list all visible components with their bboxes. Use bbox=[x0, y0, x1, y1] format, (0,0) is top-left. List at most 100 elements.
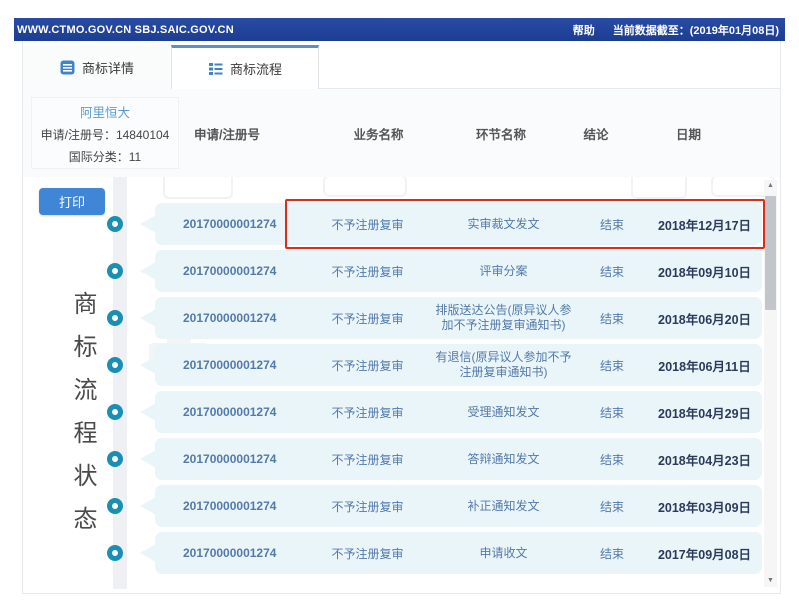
cell-result: 结束 bbox=[599, 405, 624, 420]
bubble-pointer bbox=[140, 215, 156, 233]
bubble-pointer bbox=[140, 450, 156, 468]
cell-reg-no: 20170000001274 bbox=[183, 264, 277, 278]
timeline-node-icon bbox=[107, 498, 123, 514]
timeline-node-icon bbox=[107, 357, 123, 373]
cell-date: 2018年04月23日 bbox=[657, 453, 752, 468]
cell-date: 2018年06月20日 bbox=[657, 312, 752, 327]
timeline-row: 20170000001274 不予注册复审 受理通知发文 结束 2018年04月… bbox=[107, 391, 762, 433]
list-icon bbox=[208, 63, 223, 75]
scrollbar[interactable]: ▲ ▼ bbox=[764, 180, 777, 587]
intl-class: 国际分类：11 bbox=[68, 149, 142, 164]
cell-business: 不予注册复审 bbox=[331, 217, 404, 232]
process-timeline-area: 打印 商标流程状态 20170000001274 不予注册复审 实审裁文发文 结… bbox=[23, 177, 780, 589]
process-row[interactable]: 20170000001274 不予注册复审 申请收文 结束 2017年09月08… bbox=[155, 532, 762, 574]
tab-bar: 商标详情 商标流程 bbox=[23, 41, 780, 89]
cell-step: 排版送达公告(原异议人参加不予注册复审通知书) bbox=[435, 303, 572, 332]
cell-result: 结束 bbox=[599, 499, 624, 514]
cell-reg-no: 20170000001274 bbox=[183, 311, 277, 325]
timeline-node-icon bbox=[107, 263, 123, 279]
watermark-shape bbox=[631, 177, 687, 199]
cell-reg-no: 20170000001274 bbox=[183, 358, 277, 372]
cell-reg-no: 20170000001274 bbox=[183, 546, 277, 560]
timeline-node-icon bbox=[107, 310, 123, 326]
timeline-row: 20170000001274 不予注册复审 评审分案 结束 2018年09月10… bbox=[107, 250, 762, 292]
cell-reg-no: 20170000001274 bbox=[183, 452, 277, 466]
cell-business: 不予注册复审 bbox=[331, 405, 404, 420]
timeline-row: 20170000001274 不予注册复审 申请收文 结束 2017年09月08… bbox=[107, 532, 762, 574]
scroll-down-icon[interactable]: ▼ bbox=[764, 575, 777, 587]
tab-trademark-details[interactable]: 商标详情 bbox=[23, 45, 171, 89]
process-row[interactable]: 20170000001274 不予注册复审 答辩通知发文 结束 2018年04月… bbox=[155, 438, 762, 480]
table-header-band: 阿里恒大 申请/注册号：14840104 国际分类：11 申请/注册号 业务名称… bbox=[23, 89, 780, 177]
process-row[interactable]: 20170000001274 不予注册复审 受理通知发文 结束 2018年04月… bbox=[155, 391, 762, 433]
tab-trademark-process[interactable]: 商标流程 bbox=[171, 45, 319, 89]
bubble-pointer bbox=[140, 544, 156, 562]
bubble-pointer bbox=[140, 262, 156, 280]
timeline-row: 20170000001274 不予注册复审 排版送达公告(原异议人参加不予注册复… bbox=[107, 297, 762, 339]
trademark-name[interactable]: 阿里恒大 bbox=[80, 102, 130, 121]
registration-number: 申请/注册号：14840104 bbox=[40, 127, 170, 142]
bubble-pointer bbox=[140, 403, 156, 421]
cell-business: 不予注册复审 bbox=[331, 311, 404, 326]
bubble-pointer bbox=[140, 356, 156, 374]
watermark-shape bbox=[323, 177, 407, 197]
cell-step: 补正通知发文 bbox=[467, 498, 540, 513]
process-row[interactable]: 20170000001274 不予注册复审 评审分案 结束 2018年09月10… bbox=[155, 250, 762, 292]
trademark-info-box: 阿里恒大 申请/注册号：14840104 国际分类：11 bbox=[31, 97, 179, 169]
cell-date: 2018年04月29日 bbox=[657, 406, 752, 421]
page: WWW.CTMO.GOV.CN SBJ.SAIC.GOV.CN 帮助 当前数据截… bbox=[14, 18, 785, 594]
bubble-pointer bbox=[140, 309, 156, 327]
cell-result: 结束 bbox=[599, 452, 624, 467]
main-panel: 商标详情 商标流程 阿里恒大 申请/注册号：14840104 国际分类：11 申… bbox=[22, 41, 781, 594]
cell-step: 实审裁文发文 bbox=[467, 216, 540, 231]
cell-business: 不予注册复审 bbox=[331, 546, 404, 561]
print-button[interactable]: 打印 bbox=[39, 188, 105, 215]
cell-step: 申请收文 bbox=[479, 545, 528, 560]
cell-result: 结束 bbox=[599, 264, 624, 279]
header-reg-no: 申请/注册号 bbox=[194, 127, 260, 142]
cell-step: 受理通知发文 bbox=[467, 404, 540, 419]
cell-date: 2018年06月11日 bbox=[658, 359, 751, 374]
document-icon bbox=[60, 60, 75, 74]
column-headers: 申请/注册号 业务名称 环节名称 结论 日期 bbox=[166, 124, 780, 143]
cell-step: 答辩通知发文 bbox=[467, 451, 540, 466]
cell-reg-no: 20170000001274 bbox=[183, 217, 277, 231]
timeline-node-icon bbox=[107, 545, 123, 561]
cell-business: 不予注册复审 bbox=[331, 452, 404, 467]
process-status-vertical-label: 商标流程状态 bbox=[69, 291, 96, 549]
cell-result: 结束 bbox=[599, 546, 624, 561]
cell-step: 有退信(原异议人参加不予注册复审通知书) bbox=[435, 350, 572, 379]
cell-date: 2018年09月10日 bbox=[657, 265, 752, 280]
process-row[interactable]: 20170000001274 不予注册复审 有退信(原异议人参加不予注册复审通知… bbox=[155, 344, 762, 386]
header-date: 日期 bbox=[675, 127, 701, 142]
tab-label: 商标详情 bbox=[81, 60, 134, 76]
header-business: 业务名称 bbox=[353, 127, 404, 142]
bubble-pointer bbox=[140, 497, 156, 515]
cell-result: 结束 bbox=[599, 358, 624, 373]
timeline-row: 20170000001274 不予注册复审 实审裁文发文 结束 2018年12月… bbox=[107, 199, 765, 249]
scrollbar-thumb[interactable] bbox=[765, 196, 776, 310]
process-row[interactable]: 20170000001274 不予注册复审 补正通知发文 结束 2018年03月… bbox=[155, 485, 762, 527]
timeline-node-icon bbox=[107, 216, 123, 232]
cell-date: 2018年12月17日 bbox=[657, 218, 752, 233]
timeline-rows: 20170000001274 不予注册复审 实审裁文发文 结束 2018年12月… bbox=[107, 199, 765, 574]
cell-date: 2018年03月09日 bbox=[657, 500, 752, 515]
cell-business: 不予注册复审 bbox=[331, 358, 404, 373]
timeline-node-icon bbox=[107, 404, 123, 420]
cell-date: 2017年09月08日 bbox=[657, 547, 752, 562]
data-asof-label: 当前数据截至：(2019年01月08日) bbox=[612, 24, 779, 37]
timeline-row: 20170000001274 不予注册复审 答辩通知发文 结束 2018年04月… bbox=[107, 438, 762, 480]
process-row[interactable]: 20170000001274 不予注册复审 实审裁文发文 结束 2018年12月… bbox=[155, 199, 765, 249]
top-bar: WWW.CTMO.GOV.CN SBJ.SAIC.GOV.CN 帮助 当前数据截… bbox=[14, 18, 785, 41]
cell-result: 结束 bbox=[599, 217, 624, 232]
help-link[interactable]: 帮助 bbox=[573, 22, 595, 38]
tab-label: 商标流程 bbox=[229, 62, 282, 77]
cell-business: 不予注册复审 bbox=[331, 264, 404, 279]
process-row[interactable]: 20170000001274 不予注册复审 排版送达公告(原异议人参加不予注册复… bbox=[155, 297, 762, 339]
cell-business: 不予注册复审 bbox=[331, 499, 404, 514]
cell-reg-no: 20170000001274 bbox=[183, 405, 277, 419]
header-result: 结论 bbox=[583, 127, 609, 142]
site-urls: WWW.CTMO.GOV.CN SBJ.SAIC.GOV.CN bbox=[17, 23, 234, 36]
header-step: 环节名称 bbox=[475, 127, 526, 142]
scroll-up-icon[interactable]: ▲ bbox=[764, 180, 777, 192]
